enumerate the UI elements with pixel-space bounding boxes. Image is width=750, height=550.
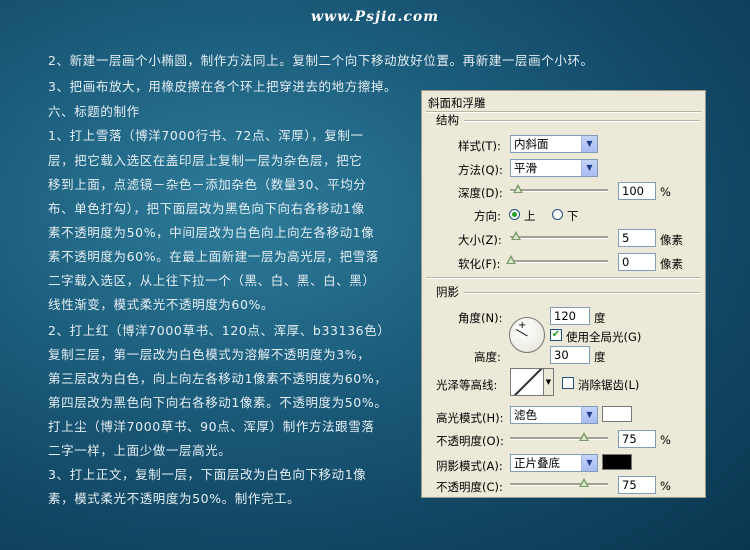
depth-label: 深度(D):: [458, 186, 503, 200]
shadow-color-swatch[interactable]: [602, 454, 632, 470]
angle-label: 角度(N):: [458, 311, 503, 325]
shadow-mode-value: 正片叠底: [514, 456, 560, 470]
soften-slider-thumb[interactable]: [506, 255, 516, 264]
tutorial-line: 1、打上雪落（博洋7000行书、72点、浑厚），复制一: [48, 128, 364, 143]
shading-header: 阴影: [436, 285, 459, 299]
highlight-opacity-label: 不透明度(O):: [436, 434, 504, 448]
chevron-down-icon[interactable]: ▼: [544, 368, 554, 396]
shadow-mode-select[interactable]: 正片叠底 ▼: [510, 454, 598, 472]
tutorial-line: 3、把画布放大，用橡皮擦在各个环上把穿进去的地方擦掉。: [48, 79, 398, 94]
angle-unit: 度: [594, 311, 606, 325]
depth-input[interactable]: 100: [618, 182, 656, 200]
antialiased-label: 消除锯齿(L): [578, 378, 640, 392]
direction-up-radio[interactable]: [509, 209, 520, 220]
direction-down-label: 下: [567, 209, 579, 223]
gloss-contour-label: 光泽等高线:: [436, 378, 498, 392]
technique-label: 方法(Q):: [458, 163, 503, 177]
global-light-checkbox[interactable]: ✔: [550, 329, 562, 341]
size-label: 大小(Z):: [458, 233, 502, 247]
tutorial-line: 3、打上正文，复制一层，下面层改为白色向下移动1像: [48, 467, 367, 482]
tutorial-line: 布、单色打勾），把下面层改为黑色向下向右各移动1像: [48, 201, 365, 216]
style-label: 样式(T):: [458, 139, 501, 153]
tutorial-line: 素，模式柔光不透明度为50%。制作完工。: [48, 491, 301, 506]
technique-select-value: 平滑: [514, 161, 537, 175]
altitude-input[interactable]: 30: [550, 346, 590, 364]
soften-unit: 像素: [660, 257, 683, 271]
tutorial-line: 第四层改为黑色向下向右各移动1像素。不透明度为50%。: [48, 395, 388, 410]
size-slider-thumb[interactable]: [511, 231, 521, 240]
size-unit: 像素: [660, 233, 683, 247]
style-select-value: 内斜面: [514, 137, 549, 151]
panel-title: 斜面和浮雕: [428, 96, 486, 110]
divider: [464, 120, 700, 122]
chevron-down-icon[interactable]: ▼: [581, 455, 597, 471]
divider: [426, 111, 701, 113]
global-light-label: 使用全局光(G): [566, 330, 642, 344]
tutorial-line: 二字一样，上面少做一层高光。: [48, 443, 232, 458]
direction-label: 方向:: [474, 209, 501, 223]
style-select[interactable]: 内斜面 ▼: [510, 135, 598, 153]
shadow-opacity-thumb[interactable]: [579, 478, 589, 487]
structure-header: 结构: [436, 113, 459, 127]
tutorial-line: 2、打上红（博洋7000草书、120点、浑厚、b33136色）: [48, 323, 391, 338]
soften-label: 软化(F):: [458, 257, 501, 271]
shadow-mode-label: 阴影模式(A):: [436, 459, 503, 473]
tutorial-line: 移到上面，点滤镜－杂色－添加杂色（数量30、平均分: [48, 177, 367, 192]
tutorial-line: 二字载入选区，从上往下拉一个（黑、白、黑、白、黑）: [48, 273, 376, 288]
technique-select[interactable]: 平滑 ▼: [510, 159, 598, 177]
angle-input[interactable]: 120: [550, 307, 590, 325]
highlight-mode-select[interactable]: 滤色 ▼: [510, 406, 598, 424]
highlight-opacity-unit: %: [660, 433, 671, 447]
altitude-label: 高度:: [474, 350, 501, 364]
divider: [426, 277, 701, 279]
chevron-down-icon[interactable]: ▼: [581, 136, 597, 152]
tutorial-line: 2、新建一层画个小椭圆，制作方法同上。复制二个向下移动放好位置。再新建一层画个小…: [48, 53, 594, 68]
chevron-down-icon[interactable]: ▼: [581, 160, 597, 176]
direction-down-radio[interactable]: [552, 209, 563, 220]
depth-unit: %: [660, 185, 671, 199]
bevel-emboss-panel: 斜面和浮雕 结构 样式(T): 内斜面 ▼ 方法(Q): 平滑 ▼ 深度(D):…: [421, 90, 706, 498]
altitude-unit: 度: [594, 350, 606, 364]
highlight-opacity-input[interactable]: 75: [618, 430, 656, 448]
soften-slider[interactable]: [510, 260, 608, 263]
crosshair-icon: +: [518, 320, 527, 331]
highlight-opacity-thumb[interactable]: [579, 432, 589, 441]
size-slider[interactable]: [510, 236, 608, 239]
highlight-mode-label: 高光模式(H):: [436, 411, 504, 425]
tutorial-line: 素不透明度为60%。在最上面新建一层为高光层，把雪落: [48, 249, 379, 264]
soften-input[interactable]: 0: [618, 253, 656, 271]
chevron-down-icon[interactable]: ▼: [581, 407, 597, 423]
shadow-opacity-unit: %: [660, 479, 671, 493]
tutorial-line: 打上尘（博洋7000草书、90点、浑厚）制作方法跟雪落: [48, 419, 375, 434]
shadow-opacity-input[interactable]: 75: [618, 476, 656, 494]
highlight-opacity-slider[interactable]: [510, 437, 608, 440]
size-input[interactable]: 5: [618, 229, 656, 247]
highlight-mode-value: 滤色: [514, 408, 537, 422]
antialiased-checkbox[interactable]: [562, 377, 574, 389]
tutorial-line: 素不透明度为50%，中间层改为白色向上向左各移动1像: [48, 225, 375, 240]
tutorial-line: 复制三层，第一层改为白色模式为溶解不透明度为3%，: [48, 347, 371, 362]
angle-dial[interactable]: +: [509, 317, 545, 353]
tutorial-heading: 六、标题的制作: [48, 104, 140, 119]
tutorial-line: 层，把它载入选区在盖印层上复制一层为杂色层，把它: [48, 153, 363, 168]
direction-up-label: 上: [524, 209, 536, 223]
tutorial-line: 第三层改为白色，向上向左各移动1像素不透明度为60%，: [48, 371, 388, 386]
depth-slider[interactable]: [510, 189, 608, 192]
shadow-opacity-label: 不透明度(C):: [436, 480, 503, 494]
highlight-color-swatch[interactable]: [602, 406, 632, 422]
shadow-opacity-slider[interactable]: [510, 483, 608, 486]
divider: [464, 292, 700, 294]
gloss-contour-preview[interactable]: [510, 368, 544, 396]
depth-slider-thumb[interactable]: [513, 184, 523, 193]
tutorial-line: 线性渐变，模式柔光不透明度为60%。: [48, 297, 275, 312]
